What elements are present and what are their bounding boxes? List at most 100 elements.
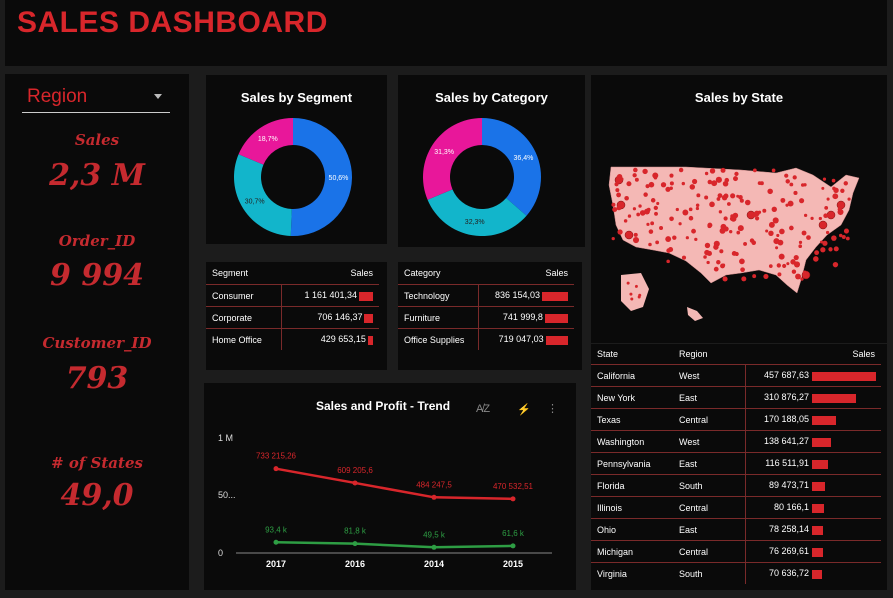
us-state-map[interactable]	[591, 75, 887, 343]
table-row[interactable]: Furniture 741 999,8	[398, 306, 574, 329]
table-row[interactable]: Pennsylvania East 116 511,91	[591, 452, 881, 475]
map-dot[interactable]	[789, 225, 794, 231]
table-row[interactable]: Texas Central 170 188,05	[591, 408, 881, 431]
map-dot[interactable]	[626, 181, 632, 187]
map-dot[interactable]	[791, 269, 797, 274]
map-dot[interactable]	[787, 200, 794, 207]
map-dot[interactable]	[814, 250, 820, 256]
map-dot[interactable]	[704, 249, 710, 256]
map-dot[interactable]	[795, 273, 801, 280]
map-dot[interactable]	[695, 203, 700, 208]
map-dot[interactable]	[729, 230, 733, 234]
trend-line-chart[interactable]: 1 M 50... 0 2017 2016 2014 2015 733 215,26 609 2…	[204, 383, 576, 590]
map-dot[interactable]	[824, 205, 829, 210]
series-line[interactable]	[275, 467, 514, 501]
column-header[interactable]: Segment	[206, 262, 281, 285]
map-dot[interactable]	[615, 188, 620, 193]
map-dot[interactable]	[782, 263, 787, 268]
map-dot[interactable]	[739, 258, 745, 265]
map-dot[interactable]	[799, 198, 805, 204]
map-dot[interactable]	[752, 168, 757, 173]
map-dot[interactable]	[633, 167, 638, 173]
map-dot[interactable]	[632, 207, 637, 211]
table-row[interactable]: Corporate 706 146,37	[206, 306, 379, 329]
map-dot[interactable]	[734, 251, 739, 257]
map-dot[interactable]	[632, 236, 640, 244]
map-dot[interactable]	[780, 197, 786, 203]
map-dot[interactable]	[643, 192, 648, 197]
map-dot[interactable]	[721, 263, 726, 267]
region-dropdown[interactable]: Region	[22, 82, 170, 113]
map-dot[interactable]	[776, 263, 781, 268]
map-dot[interactable]	[777, 272, 782, 277]
map-dot[interactable]	[636, 212, 641, 217]
map-dot[interactable]	[768, 230, 774, 237]
map-dot[interactable]	[668, 246, 674, 252]
map-dot[interactable]	[669, 186, 673, 191]
table-row[interactable]: California West 457 687,63	[591, 364, 881, 387]
table-row[interactable]: Michigan Central 76 269,61	[591, 540, 881, 563]
map-dot[interactable]	[650, 198, 656, 203]
map-dot[interactable]	[801, 230, 807, 236]
map-dot[interactable]	[623, 219, 628, 223]
map-dot[interactable]	[611, 202, 616, 207]
map-dot[interactable]	[798, 244, 803, 249]
map-dot[interactable]	[646, 207, 651, 212]
map-dot[interactable]	[688, 215, 694, 221]
map-dot[interactable]	[754, 216, 760, 221]
table-row[interactable]: Home Office 429 653,15	[206, 328, 379, 350]
map-dot[interactable]	[695, 206, 700, 211]
map-dot[interactable]	[738, 195, 743, 200]
map-dot[interactable]	[614, 182, 619, 187]
map-dot[interactable]	[711, 180, 718, 187]
map-dot[interactable]	[648, 181, 655, 188]
map-dot[interactable]	[749, 238, 755, 243]
map-dot[interactable]	[832, 261, 839, 268]
column-header[interactable]: Sales	[745, 344, 881, 365]
map-dot[interactable]	[696, 193, 701, 198]
table-row[interactable]: Ohio East 78 258,14	[591, 518, 881, 541]
table-row[interactable]: Consumer 1 161 401,34	[206, 284, 379, 307]
map-dot[interactable]	[656, 201, 660, 205]
data-point[interactable]	[510, 543, 516, 549]
data-point[interactable]	[352, 541, 358, 547]
table-row[interactable]: Technology 836 154,03	[398, 284, 574, 307]
map-dot[interactable]	[793, 190, 798, 196]
map-dot[interactable]	[634, 284, 638, 288]
map-dot[interactable]	[840, 188, 845, 193]
map-dot[interactable]	[823, 213, 828, 219]
map-dot[interactable]	[785, 203, 789, 207]
map-dot[interactable]	[716, 260, 721, 265]
segment-donut-chart[interactable]: 50,6% 30,7% 18,7%	[206, 75, 387, 244]
map-dot[interactable]	[691, 178, 698, 185]
map-dot[interactable]	[629, 292, 633, 296]
map-dot[interactable]	[638, 204, 642, 208]
map-dot[interactable]	[666, 259, 670, 264]
map-dot[interactable]	[771, 206, 777, 212]
map-dot[interactable]	[845, 236, 850, 241]
map-dot[interactable]	[825, 230, 830, 235]
map-dot[interactable]	[694, 237, 698, 241]
map-dot[interactable]	[675, 207, 679, 212]
map-dot[interactable]	[638, 293, 642, 297]
map-dot[interactable]	[616, 192, 622, 198]
map-dot[interactable]	[802, 270, 807, 275]
map-dot[interactable]	[632, 173, 637, 178]
map-dot[interactable]	[743, 241, 748, 246]
map-dot[interactable]	[719, 249, 724, 254]
map-dot[interactable]	[768, 264, 773, 268]
map-dot[interactable]	[723, 226, 729, 232]
column-header[interactable]: Sales	[479, 262, 574, 285]
donut-slice[interactable]	[233, 154, 292, 236]
map-dot[interactable]	[669, 216, 674, 222]
map-dot[interactable]	[741, 276, 747, 282]
map-dot[interactable]	[660, 182, 667, 188]
map-dot[interactable]	[718, 210, 723, 214]
map-dot[interactable]	[784, 173, 789, 178]
map-dot[interactable]	[779, 228, 785, 235]
map-dot[interactable]	[678, 222, 682, 226]
map-dot[interactable]	[810, 216, 814, 221]
map-dot[interactable]	[653, 205, 658, 211]
map-dot[interactable]	[733, 176, 738, 182]
map-dot[interactable]	[665, 236, 672, 242]
